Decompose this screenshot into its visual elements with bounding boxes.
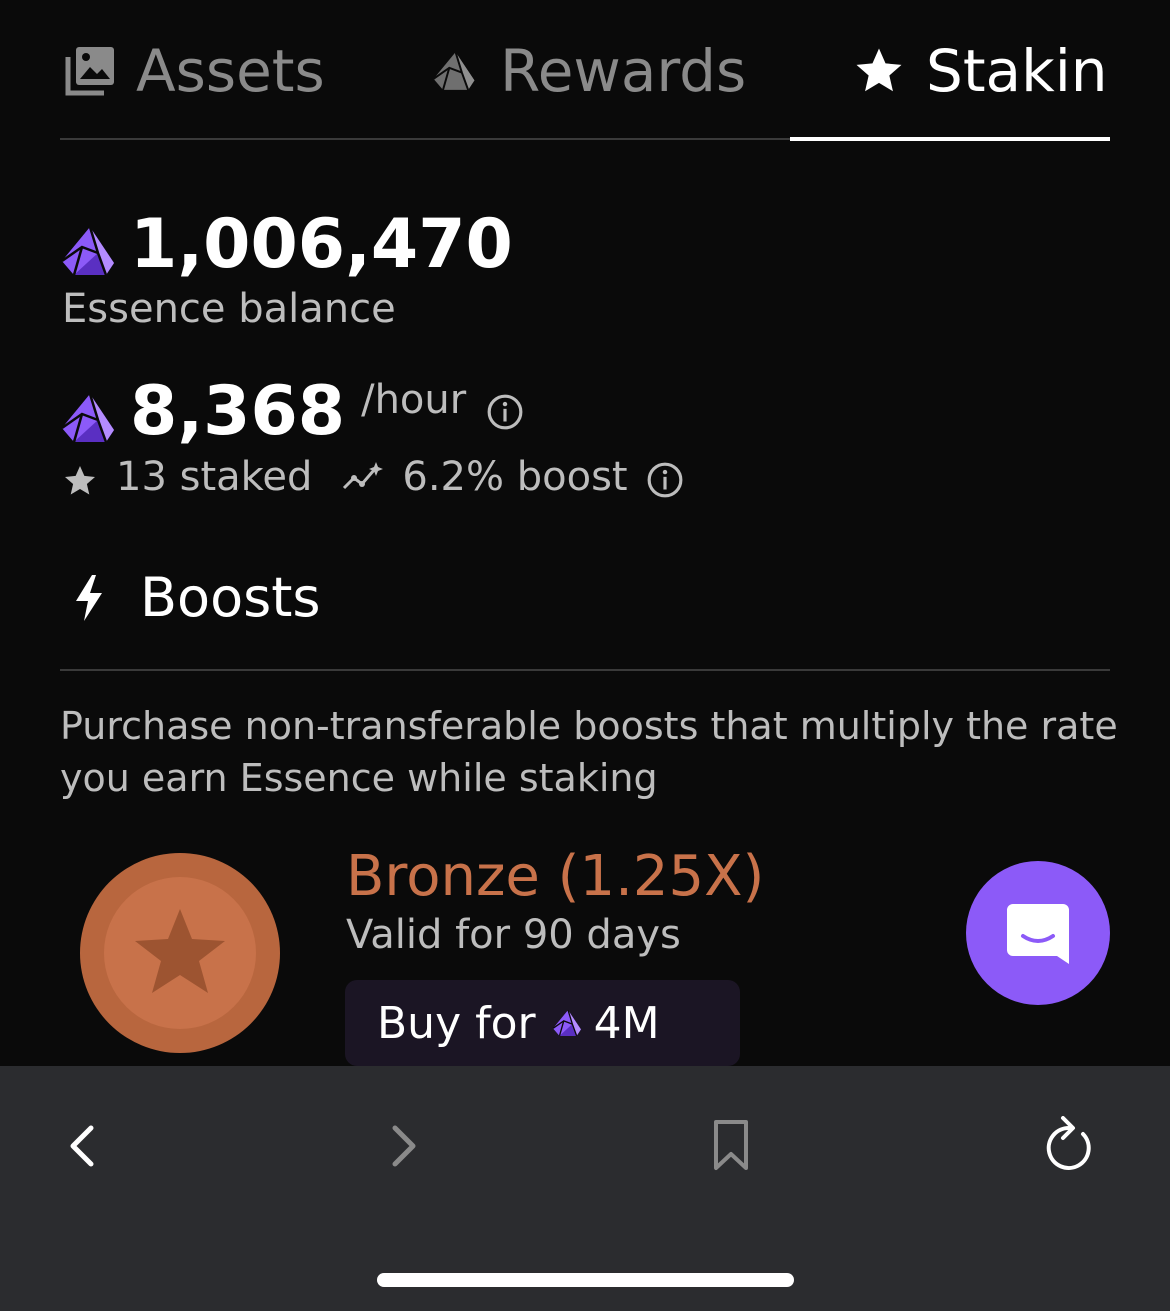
home-indicator	[377, 1273, 794, 1287]
essence-balance: 1,006,470	[60, 205, 513, 284]
stake-stats: 13 staked 6.2% boost	[62, 454, 684, 500]
buy-boost-button[interactable]: Buy for 4M	[345, 980, 740, 1066]
essence-gem-icon	[432, 49, 476, 93]
buy-price: 4M	[593, 997, 660, 1049]
boost-name: Bronze (1.25X)	[346, 844, 765, 909]
tab-rewards[interactable]: Rewards	[432, 36, 746, 106]
info-icon[interactable]	[646, 461, 684, 499]
boost-percent: 6.2% boost	[402, 454, 628, 500]
back-icon[interactable]	[52, 1116, 112, 1176]
tab-rewards-label: Rewards	[500, 37, 747, 105]
essence-gem-icon	[60, 225, 116, 277]
chat-support-button[interactable]	[966, 861, 1110, 1005]
star-icon	[62, 463, 98, 499]
reload-icon[interactable]	[1036, 1112, 1102, 1178]
bookmark-icon[interactable]	[700, 1114, 762, 1176]
star-icon	[852, 44, 906, 98]
section-title: Boosts	[140, 566, 321, 629]
boosts-description: Purchase non-transferable boosts that mu…	[60, 704, 1118, 800]
essence-gem-icon	[60, 392, 116, 444]
essence-gem-icon	[552, 1009, 582, 1037]
section-divider	[60, 669, 1110, 671]
sparkle-trend-icon	[342, 460, 384, 494]
tab-assets[interactable]: Assets	[64, 36, 325, 106]
chat-icon	[1005, 900, 1071, 966]
earning-rate: 8,368 /hour	[60, 372, 524, 451]
boost-validity: Valid for 90 days	[346, 912, 681, 958]
tab-bar: Assets Rewards Staking	[60, 0, 1110, 140]
lightning-icon	[72, 573, 106, 623]
image-gallery-icon	[64, 45, 116, 97]
boosts-header: Boosts	[72, 566, 321, 629]
rate-unit: /hour	[361, 376, 467, 423]
info-icon[interactable]	[486, 393, 524, 431]
tab-staking[interactable]: Staking	[852, 36, 1110, 106]
tab-staking-label: Staking	[926, 37, 1110, 105]
buy-label: Buy for	[377, 997, 536, 1049]
balance-label: Essence balance	[62, 286, 396, 332]
tab-assets-label: Assets	[136, 37, 325, 105]
rate-value: 8,368	[130, 372, 346, 451]
bronze-coin-icon	[80, 853, 280, 1053]
forward-icon[interactable]	[374, 1116, 434, 1176]
staked-count: 13 staked	[116, 454, 313, 500]
balance-value: 1,006,470	[130, 205, 513, 284]
active-tab-indicator	[790, 137, 1110, 141]
